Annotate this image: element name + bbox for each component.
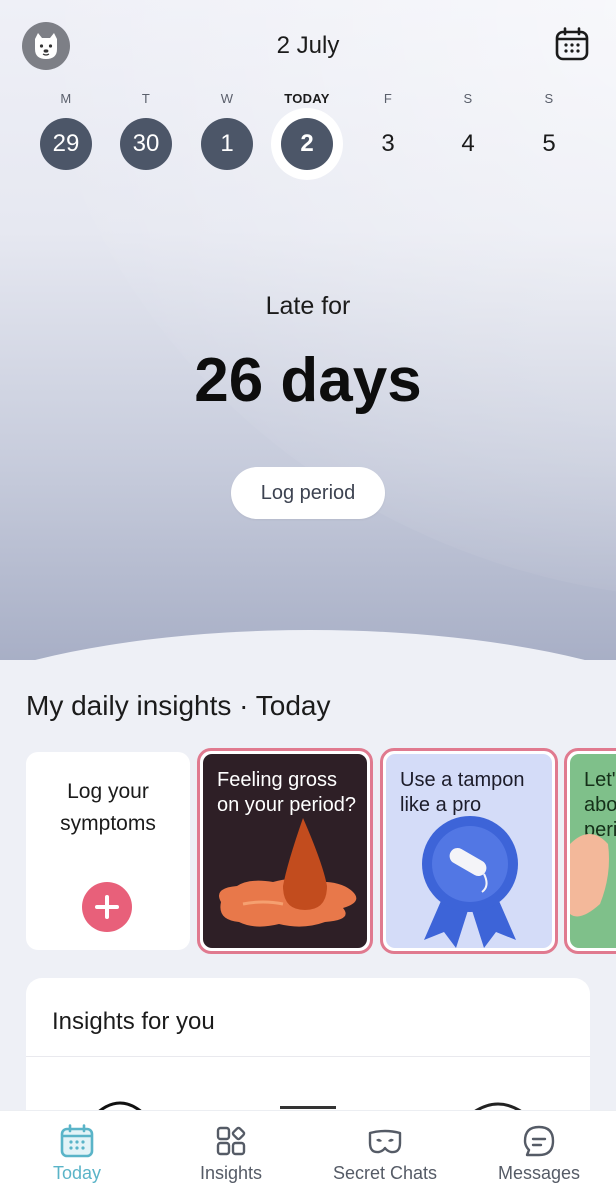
day-of-week-label: M	[60, 91, 72, 106]
day-number[interactable]: 3	[362, 118, 414, 170]
log-period-button[interactable]: Log period	[231, 467, 385, 519]
insights-for-you-title: Insights for you	[52, 1008, 215, 1035]
day-number[interactable]: 5	[523, 118, 575, 170]
divider	[26, 1056, 590, 1057]
hand-illustration-icon	[570, 834, 609, 917]
nav-label: Insights	[199, 1163, 263, 1183]
ribbon-tampon-illustration-icon	[422, 816, 518, 948]
nav-label: Secret Chats	[332, 1163, 438, 1183]
nav-item-messages[interactable]: Messages	[462, 1111, 616, 1200]
calendar-icon	[60, 1124, 94, 1158]
day-number-today[interactable]: 2	[281, 118, 333, 170]
day-cell-today[interactable]: TODAY 2	[267, 88, 347, 170]
day-cell[interactable]: F 3	[348, 88, 428, 170]
nav-item-today[interactable]: Today	[0, 1111, 154, 1200]
chat-icon	[523, 1125, 555, 1157]
bottom-navigation: Today Insights Secret Chats Messages	[0, 1110, 616, 1200]
hero-bottom-curve	[0, 630, 616, 660]
day-of-week-label: T	[141, 91, 151, 106]
day-number[interactable]: 30	[120, 118, 172, 170]
story-card[interactable]: Let's talk about periods	[564, 748, 616, 954]
mask-icon	[368, 1129, 402, 1154]
calendar-icon	[555, 27, 589, 61]
week-strip: M 29 T 30 W 1 TODAY 2 F 3 S 4 S 5	[0, 88, 616, 188]
nav-item-secret-chats[interactable]: Secret Chats	[308, 1111, 462, 1200]
day-cell[interactable]: S 5	[509, 88, 589, 170]
grid-icon	[216, 1126, 246, 1156]
day-of-week-label: S	[544, 91, 554, 106]
day-number[interactable]: 1	[201, 118, 253, 170]
nav-label: Today	[52, 1163, 102, 1183]
nav-item-insights[interactable]: Insights	[154, 1111, 308, 1200]
story-card[interactable]: Use a tampon like a pro	[380, 748, 558, 954]
cycle-status-value: 26 days	[194, 346, 422, 415]
day-cell[interactable]: M 29	[26, 88, 106, 170]
story-card[interactable]: Feeling gross on your period?	[197, 748, 373, 954]
day-of-week-label: S	[463, 91, 473, 106]
cycle-status-label: Late for	[265, 292, 351, 320]
day-of-week-label: F	[383, 91, 393, 106]
nav-label: Messages	[497, 1163, 581, 1183]
log-symptoms-card[interactable]: Log your symptoms	[26, 752, 190, 950]
day-cell[interactable]: S 4	[428, 88, 508, 170]
plus-icon[interactable]	[82, 882, 132, 932]
day-cell[interactable]: W 1	[187, 88, 267, 170]
day-of-week-label: TODAY	[284, 91, 330, 106]
current-date-title: 2 July	[276, 32, 340, 59]
day-number[interactable]: 4	[442, 118, 494, 170]
log-symptoms-label: Log your symptoms	[26, 776, 190, 840]
log-symptoms-line1: Log your	[67, 780, 149, 803]
log-symptoms-line2: symptoms	[60, 812, 156, 835]
day-of-week-label: W	[220, 91, 234, 106]
day-cell[interactable]: T 30	[106, 88, 186, 170]
day-number[interactable]: 29	[40, 118, 92, 170]
daily-insights-title: My daily insights · Today	[26, 690, 331, 721]
daily-insights-carousel[interactable]: Log your symptoms Feeling gross on your …	[0, 748, 616, 958]
drop-illustration-icon	[219, 818, 357, 927]
calendar-button[interactable]	[554, 26, 590, 62]
